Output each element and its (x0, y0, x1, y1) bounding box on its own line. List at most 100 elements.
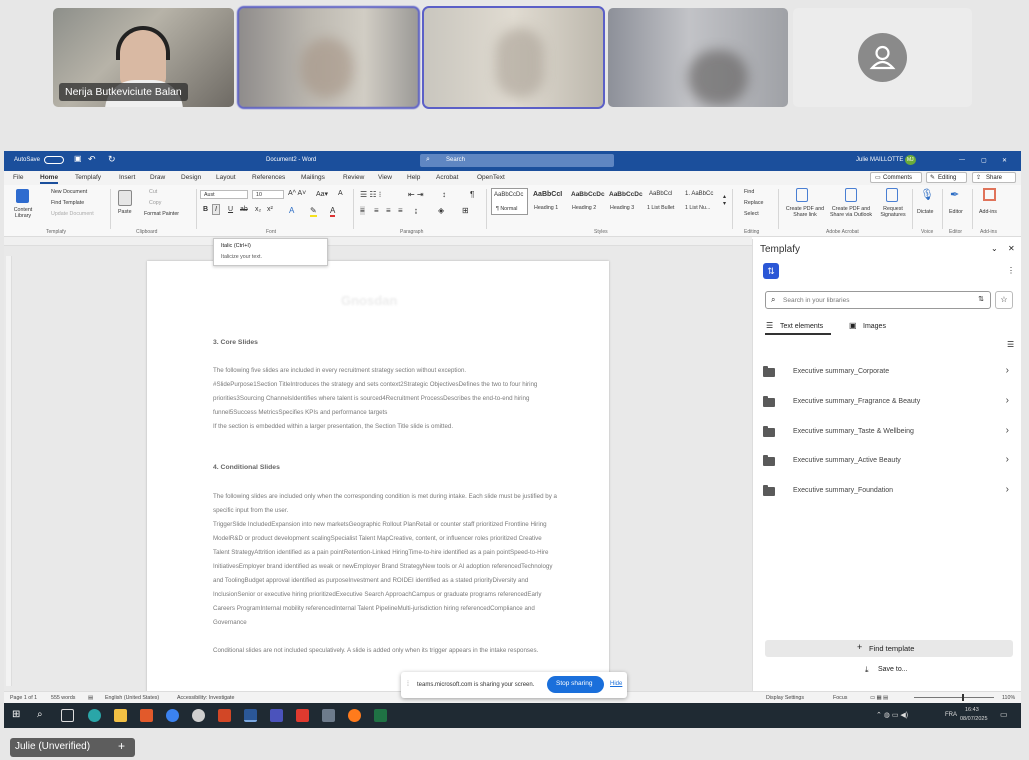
app-icon[interactable] (140, 709, 153, 722)
clear-format-icon[interactable]: A (338, 190, 343, 197)
favorites-button[interactable]: ☆ (995, 291, 1013, 309)
bold-icon[interactable]: B (203, 206, 208, 213)
input-language[interactable]: FRA (945, 712, 957, 718)
save-icon[interactable]: ▣ (74, 154, 82, 163)
file-explorer-icon[interactable] (114, 709, 127, 722)
new-document-button[interactable]: New Document (51, 189, 87, 195)
tab-insert[interactable]: Insert (119, 174, 135, 181)
acrobat-icon[interactable] (296, 709, 309, 722)
sort-icon[interactable]: ↕ (442, 190, 446, 199)
create-pdf-outlook-button[interactable]: Create PDF and Share via Outlook (826, 206, 876, 218)
tab-templafy[interactable]: Templafy (75, 174, 101, 181)
proofing-icon[interactable]: ▤ (88, 695, 93, 701)
pilcrow-icon[interactable]: ¶ (470, 190, 474, 199)
dictate-button[interactable]: Dictate (917, 209, 934, 215)
tab-opentext[interactable]: OpenText (477, 174, 505, 181)
style-list-number[interactable]: 1. AaBbCc 1 List Nu... (683, 188, 720, 215)
style-normal[interactable]: AaBbCcDc ¶ Normal (491, 188, 528, 215)
update-document-button[interactable]: Update Document (51, 211, 94, 217)
find-template-button[interactable]: + Find template (765, 640, 1013, 657)
tab-design[interactable]: Design (181, 174, 201, 181)
clock-time[interactable]: 16:43 (965, 707, 979, 713)
replace-button[interactable]: Replace (744, 200, 763, 206)
maximize-icon[interactable]: ▢ (981, 157, 987, 164)
superscript-icon[interactable]: x² (267, 206, 273, 213)
justify-icon[interactable]: ≡ (398, 206, 403, 215)
addins-icon[interactable] (983, 188, 996, 201)
excel-icon[interactable] (374, 709, 387, 722)
windows-start-icon[interactable]: ⊞ (12, 709, 25, 722)
user-name[interactable]: Julie MAILLOTTE (856, 157, 903, 163)
subscript-icon[interactable]: x₂ (255, 206, 261, 213)
pane-more-icon[interactable]: ⋮ (1007, 266, 1015, 275)
tab-draw[interactable]: Draw (150, 174, 165, 181)
editing-mode-button[interactable]: ✎ Editing (926, 172, 967, 183)
tab-file[interactable]: File (13, 174, 23, 181)
task-view-icon[interactable] (61, 709, 74, 722)
redo-icon[interactable]: ↻ (108, 154, 116, 165)
search-icon[interactable]: ⌕ (37, 709, 50, 722)
page-count[interactable]: Page 1 of 1 (10, 695, 37, 701)
participant-tile-1[interactable]: Nerija Butkeviciute Balan (53, 8, 234, 107)
styles-scroll-icon[interactable]: ▴ ▾ (723, 193, 726, 207)
tab-help[interactable]: Help (407, 174, 420, 181)
view-toggle-icon[interactable]: ☰ (1007, 340, 1014, 349)
pane-close-icon[interactable]: ✕ (1008, 244, 1015, 253)
tab-view[interactable]: View (378, 174, 392, 181)
firefox-icon[interactable] (348, 709, 361, 722)
powerpoint-icon[interactable] (218, 709, 231, 722)
borders-icon[interactable]: ⊞ (462, 206, 469, 215)
highlight-icon[interactable]: ✎ (310, 206, 317, 217)
user-initials[interactable]: MJ (905, 155, 916, 165)
word-icon[interactable] (244, 709, 257, 722)
share-button[interactable]: ⇪ Share (972, 172, 1016, 183)
tab-references[interactable]: References (252, 174, 285, 181)
library-search-input[interactable]: ⌕ Search in your libraries ⇅ (765, 291, 991, 309)
shading-icon[interactable]: ◈ (438, 206, 444, 215)
zoom-thumb[interactable] (962, 694, 964, 701)
find-template-button[interactable]: Find Template (51, 200, 84, 206)
content-library-icon[interactable] (16, 189, 29, 203)
search-box[interactable]: ⌕ Search (420, 154, 614, 167)
format-painter-button[interactable]: Format Painter (144, 211, 179, 217)
zoom-level[interactable]: 110% (1002, 695, 1015, 701)
style-heading-2[interactable]: AaBbCcDc Heading 2 (569, 188, 606, 215)
language[interactable]: English (United States) (105, 695, 159, 701)
hide-link[interactable]: Hide (610, 681, 622, 687)
view-buttons[interactable]: ▭ ▦ ▤ (870, 695, 888, 701)
paste-button[interactable]: Paste (118, 209, 132, 215)
addins-button[interactable]: Add-ins (979, 209, 997, 215)
teams-icon[interactable] (270, 709, 283, 722)
accessibility-status[interactable]: Accessibility: Investigate (177, 695, 234, 701)
clock-date[interactable]: 08/07/2025 (960, 716, 988, 722)
request-signatures-button[interactable]: Request Signatures (876, 206, 910, 218)
content-library-button[interactable]: Content Library (9, 207, 37, 219)
style-heading-3[interactable]: AaBbCcDc Heading 3 (607, 188, 644, 215)
edge-icon[interactable] (88, 709, 101, 722)
align-right-icon[interactable]: ≡ (386, 206, 391, 215)
find-button[interactable]: Find (744, 189, 754, 195)
focus-mode[interactable]: Focus (833, 695, 847, 701)
font-size-select[interactable]: 10 (252, 190, 284, 199)
drag-handle-icon[interactable]: ⁞ (407, 681, 409, 688)
tab-acrobat[interactable]: Acrobat (436, 174, 458, 181)
autosave-toggle[interactable] (44, 156, 64, 164)
tab-images[interactable]: ▣ Images (848, 321, 894, 335)
line-spacing-icon[interactable]: ↨ (414, 206, 418, 215)
comments-button[interactable]: ▭ Comments (870, 172, 922, 183)
microphone-icon[interactable]: 🎙 (920, 188, 934, 201)
indent-icon[interactable]: ⇤ ⇥ (408, 190, 424, 199)
change-case-icon[interactable]: Aa▾ (316, 190, 328, 198)
align-left-icon[interactable]: ≡ (360, 206, 365, 215)
minimize-icon[interactable]: — (959, 157, 965, 163)
app-icon[interactable] (192, 709, 205, 722)
underline-icon[interactable]: U (228, 206, 233, 213)
italic-icon[interactable]: I (212, 204, 220, 215)
tab-text-elements[interactable]: ☰ Text elements (765, 321, 831, 335)
style-list-bullet[interactable]: AaBbCcl 1 List Bullet (645, 188, 682, 215)
participant-tile-5[interactable] (793, 8, 972, 107)
strikethrough-icon[interactable]: ab (240, 206, 248, 213)
tab-mailings[interactable]: Mailings (301, 174, 325, 181)
editor-button[interactable]: Editor (949, 209, 963, 215)
bullets-icon[interactable]: ☰ ☷ ⁝ (360, 190, 381, 199)
